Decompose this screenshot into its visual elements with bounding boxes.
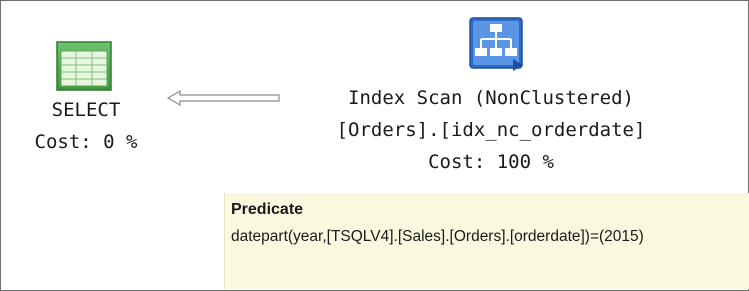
predicate-text: datepart(year,[TSQLV4].[Sales].[Orders].… — [231, 228, 644, 245]
predicate-tooltip: Predicate datepart(year,[TSQLV4].[Sales]… — [224, 193, 749, 289]
data-flow-arrow — [166, 89, 280, 107]
index-scan-cost: Cost: 100 % — [428, 151, 554, 173]
execution-plan-canvas: SELECT Cost: 0 % Index Scan (NonClustere… — [0, 0, 749, 291]
select-table-icon[interactable] — [56, 41, 112, 91]
select-operator-cost: Cost: 0 % — [34, 131, 138, 153]
select-operator-label: SELECT — [51, 99, 121, 121]
predicate-heading: Predicate — [231, 201, 304, 218]
index-scan-object: [Orders].[idx_nc_orderdate] — [336, 119, 646, 141]
index-scan-icon[interactable] — [467, 15, 525, 73]
index-scan-title: Index Scan (NonClustered) — [348, 87, 634, 109]
